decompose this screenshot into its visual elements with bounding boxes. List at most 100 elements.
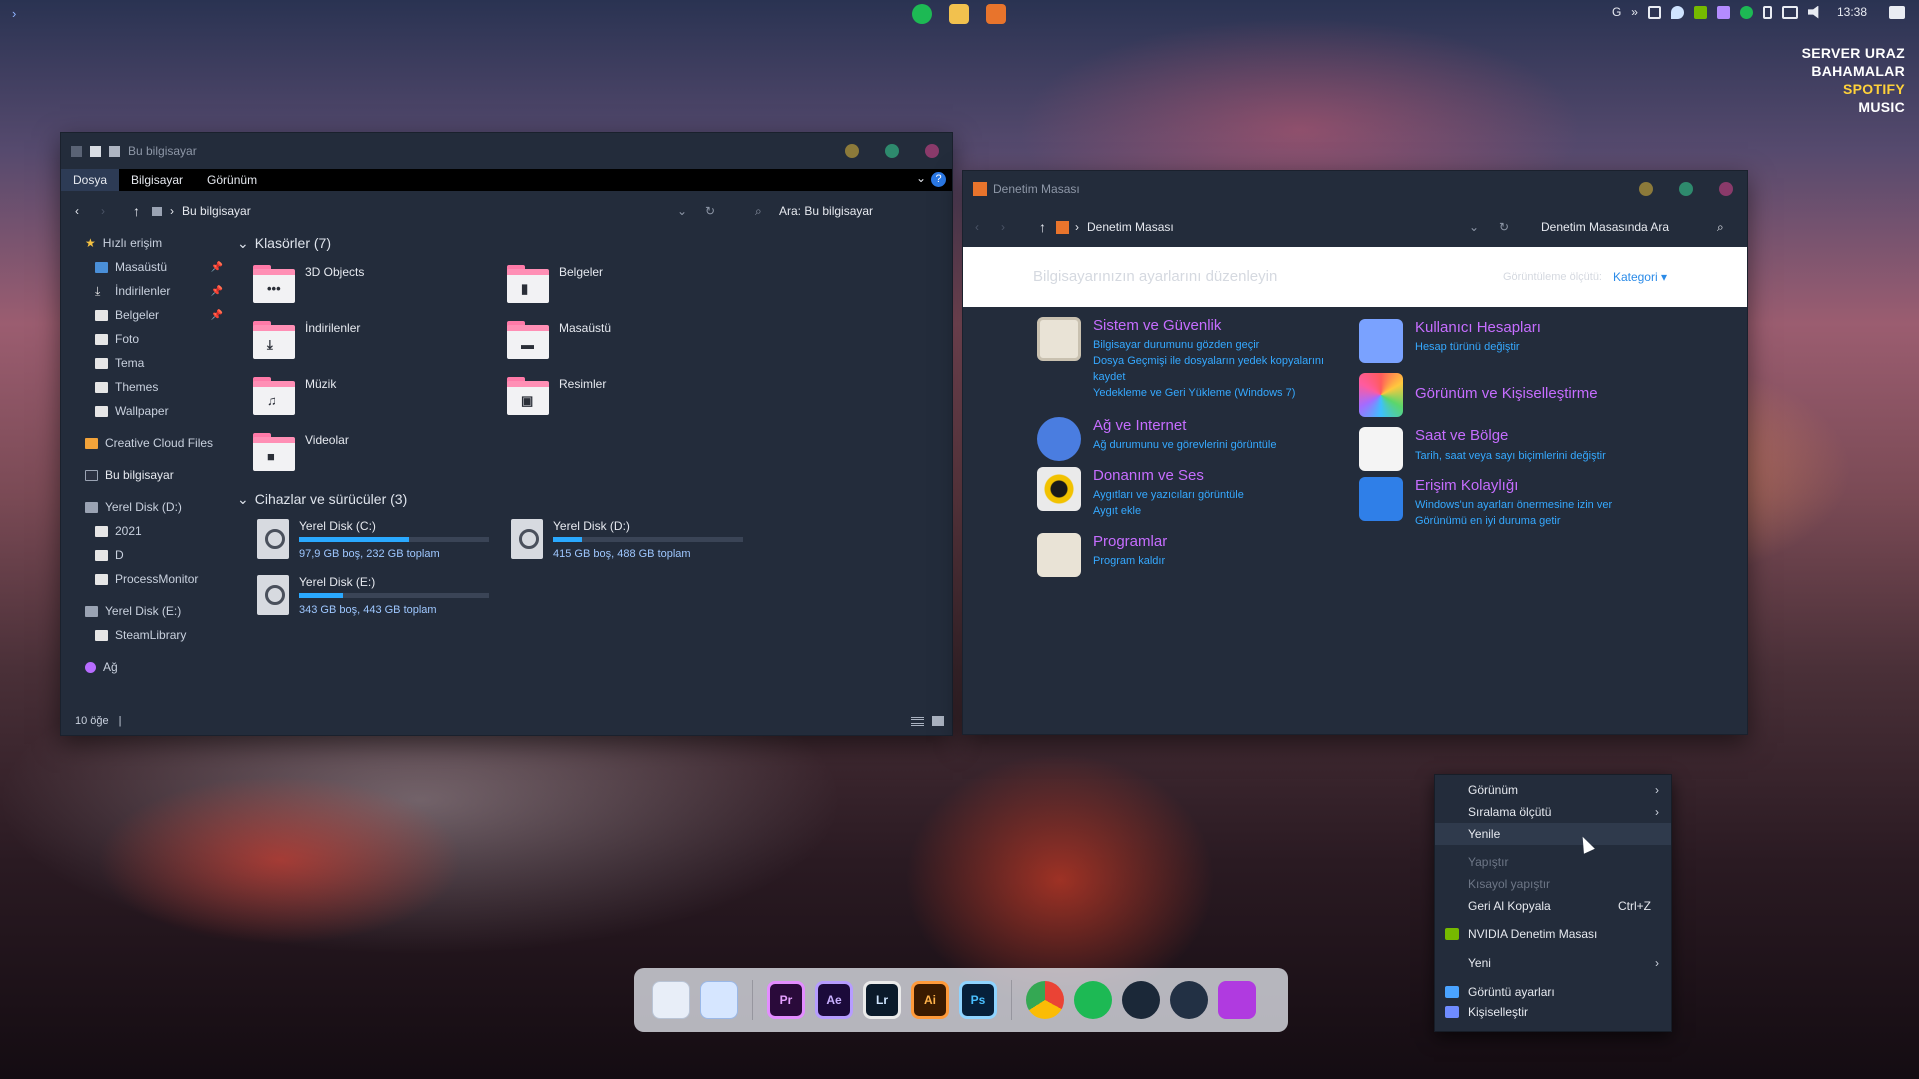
history-dropdown-icon[interactable]: ⌄ — [677, 204, 687, 218]
category-link[interactable]: Bilgisayar durumunu gözden geçir — [1093, 337, 1343, 353]
sidebar-item-documents[interactable]: Belgeler 📌 — [61, 303, 231, 327]
control-panel-window[interactable]: Denetim Masası ‹ › ↑ › Denetim Masası ⌄ … — [962, 170, 1748, 735]
spotify-tray-icon[interactable] — [1739, 5, 1753, 19]
breadcrumb[interactable]: Denetim Masası — [1087, 220, 1174, 234]
collapse-icon[interactable]: ⌄ — [237, 235, 249, 252]
category-title[interactable]: Erişim Kolaylığı — [1415, 477, 1612, 494]
drive-e[interactable]: Yerel Disk (E:) 343 GB boş, 443 GB toplam — [257, 575, 489, 616]
control-panel-icon[interactable] — [986, 4, 1006, 24]
back-icon[interactable]: ‹ — [75, 204, 79, 218]
category-title[interactable]: Programlar — [1093, 533, 1167, 550]
refresh-icon[interactable]: ↻ — [1499, 220, 1509, 234]
tab-bilgisayar[interactable]: Bilgisayar — [119, 169, 195, 191]
sidebar-item-downloads[interactable]: ⤓ İndirilenler 📌 — [61, 279, 231, 303]
folder-muzik[interactable]: ♫ Müzik — [253, 377, 336, 415]
refresh-icon[interactable]: ↻ — [705, 204, 715, 218]
network-icon[interactable] — [1781, 5, 1798, 19]
menu-item-view[interactable]: Görünüm › — [1435, 779, 1671, 801]
new-folder-icon[interactable] — [109, 145, 120, 157]
lightroom-icon[interactable]: Lr — [863, 981, 901, 1019]
category-link[interactable]: Aygıtları ve yazıcıları görüntüle — [1093, 487, 1244, 503]
minimize-button[interactable] — [845, 144, 859, 158]
file-explorer-icon[interactable] — [949, 4, 969, 24]
this-pc-icon[interactable] — [652, 981, 690, 1019]
ribbon-expand-icon[interactable]: ⌄ — [916, 171, 926, 185]
category-title[interactable]: Kullanıcı Hesapları — [1415, 319, 1541, 336]
sidebar-item-desktop[interactable]: Masaüstü 📌 — [61, 255, 231, 279]
spotify-icon[interactable] — [912, 4, 932, 24]
clock[interactable]: 13:38 — [1837, 5, 1867, 19]
sidebar-item-this-pc[interactable]: Bu bilgisayar — [61, 463, 231, 487]
chrome-icon[interactable] — [1026, 981, 1064, 1019]
illustrator-icon[interactable]: Ai — [911, 981, 949, 1019]
menu-item-personalize[interactable]: Kişiselleştir — [1435, 1001, 1671, 1023]
close-button[interactable] — [1719, 182, 1733, 196]
maximize-button[interactable] — [1679, 182, 1693, 196]
category-ease-of-access[interactable]: Erişim Kolaylığı Windows'un ayarları öne… — [1359, 477, 1612, 529]
category-title[interactable]: Donanım ve Ses — [1093, 467, 1244, 484]
category-user-accounts[interactable]: Kullanıcı Hesapları Hesap türünü değişti… — [1359, 319, 1541, 363]
after-effects-icon[interactable]: Ae — [815, 981, 853, 1019]
sidebar-item-2021[interactable]: 2021 — [61, 519, 231, 543]
menu-item-display-settings[interactable]: Görüntü ayarları — [1435, 981, 1671, 1003]
category-link[interactable]: Tarih, saat veya sayı biçimlerini değişt… — [1415, 448, 1606, 464]
folder-belgeler[interactable]: ▮ Belgeler — [507, 265, 603, 303]
menu-item-nvidia[interactable]: NVIDIA Denetim Masası — [1435, 923, 1671, 945]
tab-gorunum[interactable]: Görünüm — [195, 169, 269, 191]
notepad-icon[interactable] — [700, 981, 738, 1019]
sidebar-item-processmonitor[interactable]: ProcessMonitor — [61, 567, 231, 591]
menu-item-refresh[interactable]: Yenile — [1435, 823, 1671, 845]
cpanel-titlebar[interactable]: Denetim Masası — [963, 171, 1747, 207]
menu-item-sort-by[interactable]: Sıralama ölçütü › — [1435, 801, 1671, 823]
drive-d[interactable]: Yerel Disk (D:) 415 GB boş, 488 GB toplam — [511, 519, 743, 560]
category-title[interactable]: Sistem ve Güvenlik — [1093, 317, 1343, 334]
sidebar-item-quick-access[interactable]: ★ Hızlı erişim — [61, 231, 231, 255]
quick-access-toolbar-icon[interactable] — [71, 145, 82, 157]
folder-videolar[interactable]: ■ Videolar — [253, 433, 349, 471]
history-dropdown-icon[interactable]: ⌄ — [1469, 220, 1479, 234]
tab-dosya[interactable]: Dosya — [61, 169, 120, 191]
sidebar-item-creative-cloud[interactable]: Creative Cloud Files — [61, 431, 231, 455]
explorer-titlebar[interactable]: Bu bilgisayar — [61, 133, 952, 169]
category-link[interactable]: Program kaldır — [1093, 553, 1167, 569]
up-icon[interactable]: ↑ — [1039, 219, 1046, 235]
sidebar-item-network[interactable]: Ağ — [61, 655, 231, 679]
tray-overflow-icon[interactable]: » — [1631, 5, 1638, 19]
category-title[interactable]: Saat ve Bölge — [1415, 427, 1606, 444]
grid-app-icon[interactable] — [1647, 5, 1661, 19]
drive-c[interactable]: Yerel Disk (C:) 97,9 GB boş, 232 GB topla… — [257, 519, 489, 560]
category-link[interactable]: Yedekleme ve Geri Yükleme (Windows 7) — [1093, 385, 1343, 401]
category-link[interactable]: Windows'un ayarları önermesine izin ver — [1415, 497, 1612, 513]
usb-icon[interactable] — [1762, 5, 1772, 19]
sidebar-item-steamlibrary[interactable]: SteamLibrary — [61, 623, 231, 647]
folder-resimler[interactable]: ▣ Resimler — [507, 377, 606, 415]
language-indicator[interactable]: G — [1612, 5, 1621, 19]
pin-icon[interactable]: 📌 — [211, 262, 223, 273]
volume-icon[interactable] — [1807, 5, 1819, 19]
sidebar-item-d[interactable]: D — [61, 543, 231, 567]
drop-icon[interactable] — [1670, 5, 1684, 19]
properties-icon[interactable] — [90, 145, 101, 157]
file-explorer-window[interactable]: Bu bilgisayar Dosya Bilgisayar Görünüm ⌄… — [60, 132, 953, 736]
notification-icon[interactable] — [1889, 5, 1905, 19]
steam-icon[interactable] — [1122, 981, 1160, 1019]
breadcrumb[interactable]: Bu bilgisayar — [182, 204, 251, 218]
discord-icon[interactable] — [1218, 981, 1256, 1019]
search-input[interactable]: Ara: Bu bilgisayar — [779, 204, 873, 218]
chevron-right-icon[interactable]: › — [12, 6, 16, 21]
category-hardware-sound[interactable]: Donanım ve Ses Aygıtları ve yazıcıları g… — [1037, 467, 1244, 519]
forward-icon[interactable]: › — [1001, 220, 1005, 234]
category-programs[interactable]: Programlar Program kaldır — [1037, 533, 1167, 577]
minimize-button[interactable] — [1639, 182, 1653, 196]
game-client-icon[interactable] — [1170, 981, 1208, 1019]
search-icon[interactable]: ⌕ — [1717, 220, 1724, 235]
category-link[interactable]: Hesap türünü değiştir — [1415, 339, 1541, 355]
category-link[interactable]: Ağ durumunu ve görevlerini görüntüle — [1093, 437, 1276, 453]
category-appearance[interactable]: Görünüm ve Kişiselleştirme — [1359, 373, 1598, 417]
close-button[interactable] — [925, 144, 939, 158]
category-link[interactable]: Görünümü en iyi duruma getir — [1415, 513, 1612, 529]
view-by-dropdown[interactable]: Kategori ▾ — [1613, 270, 1667, 284]
spotify-icon[interactable] — [1074, 981, 1112, 1019]
menu-item-undo-copy[interactable]: Geri Al Kopyala Ctrl+Z — [1435, 895, 1671, 917]
category-title[interactable]: Görünüm ve Kişiselleştirme — [1415, 385, 1598, 402]
